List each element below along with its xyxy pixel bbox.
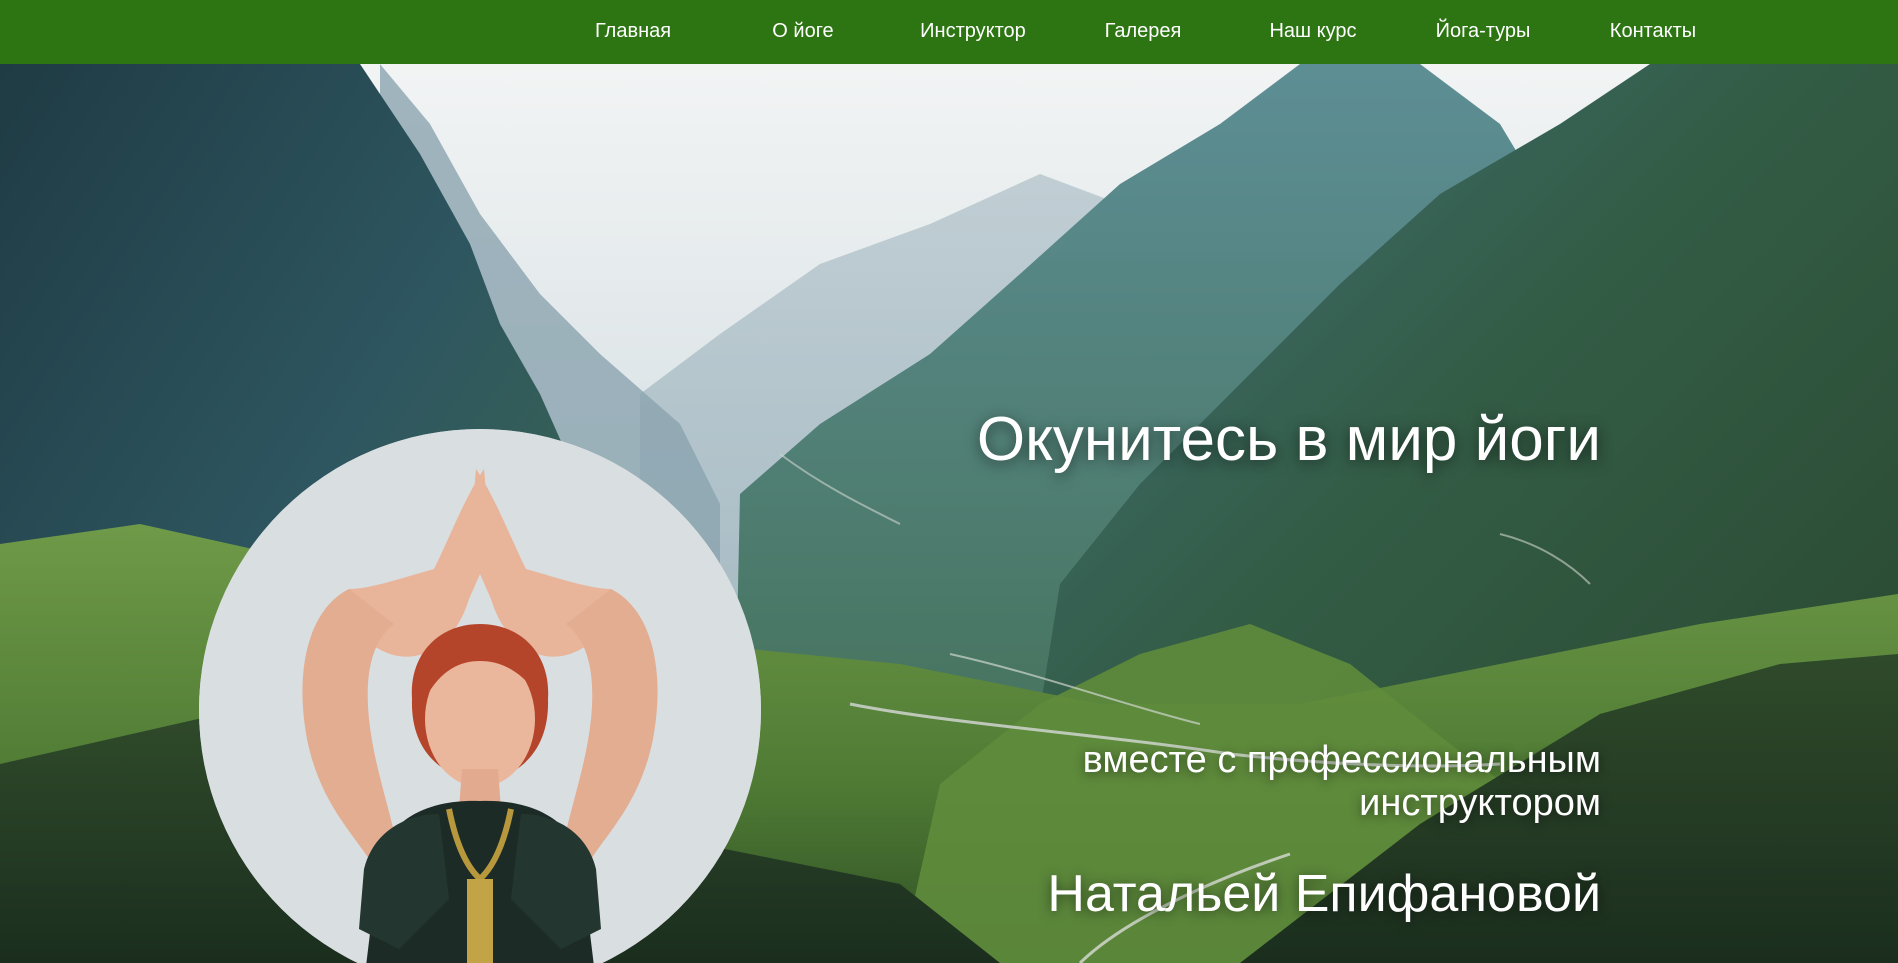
- hero-subline-line-1: вместе с профессиональным: [1082, 739, 1601, 781]
- nav-link-yoga-tours[interactable]: Йога-туры: [1403, 0, 1563, 64]
- top-navigation: Главная О йоге Инструктор Галерея Наш ку…: [0, 0, 1898, 64]
- nav-link-about-yoga[interactable]: О йоге: [723, 0, 883, 64]
- hero-subline-line-2: инструктором: [1359, 782, 1601, 824]
- nav-link-contacts[interactable]: Контакты: [1573, 0, 1733, 64]
- instructor-portrait-illustration: [199, 429, 761, 963]
- nav-link-gallery[interactable]: Галерея: [1063, 0, 1223, 64]
- hero-headline: Окунитесь в мир йоги: [976, 405, 1601, 474]
- nav-link-home[interactable]: Главная: [553, 0, 713, 64]
- instructor-photo: [199, 429, 761, 963]
- nav-link-our-course[interactable]: Наш курс: [1233, 0, 1393, 64]
- hero-subline: вместе с профессиональным инструктором: [1001, 739, 1601, 825]
- nav-link-instructor[interactable]: Инструктор: [893, 0, 1053, 64]
- hero-section: Окунитесь в мир йоги вместе с профессион…: [0, 64, 1898, 963]
- instructor-name: Натальей Епифановой: [1047, 865, 1601, 923]
